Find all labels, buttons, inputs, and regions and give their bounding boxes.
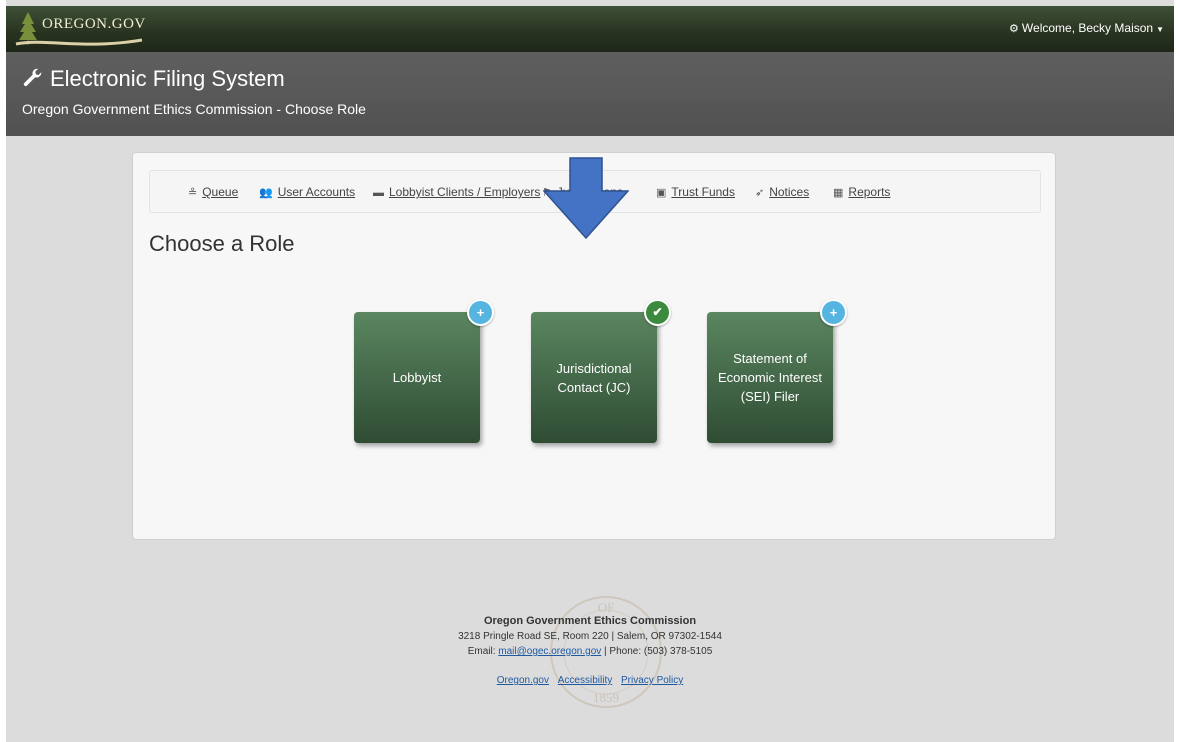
- right-frame: [1174, 0, 1180, 742]
- footer-address: 3218 Pringle Road SE, Room 220 | Salem, …: [458, 631, 722, 642]
- email-prefix: Email:: [467, 646, 499, 657]
- page-header: Electronic Filing System Oregon Governme…: [6, 52, 1174, 136]
- main-panel: ≗ Queue 👥 User Accounts ▬ Lobbyist Clients …: [132, 152, 1056, 540]
- nav-notices[interactable]: ➶ Notices: [755, 185, 809, 199]
- check-icon: ✔: [644, 299, 671, 326]
- nav-user-accounts-label: User Accounts: [277, 185, 356, 199]
- briefcase-icon: ▬: [373, 187, 384, 199]
- role-label: Lobbyist: [392, 370, 442, 385]
- oregon-gov-logo[interactable]: OREGON.GOV: [14, 10, 154, 48]
- nav-reports-label: Reports: [848, 185, 891, 199]
- send-icon: ➶: [755, 187, 765, 199]
- email-link[interactable]: mail@ogec.oregon.gov: [498, 646, 601, 657]
- role-label: Jurisdictional Contact (JC): [556, 360, 632, 395]
- table-icon: ▦: [833, 187, 844, 199]
- footer-links: Oregon.gov Accessibility Privacy Policy: [6, 675, 1174, 686]
- app-title-text: Electronic Filing System: [50, 66, 285, 91]
- nav-queue-label: Queue: [202, 185, 239, 199]
- role-tile-lobbyist[interactable]: Lobbyist +: [354, 299, 494, 443]
- nav-lobbyist-clients[interactable]: ▬ Lobbyist Clients / Employers: [373, 185, 540, 199]
- down-arrow-annotation: [543, 157, 629, 239]
- footer-link-accessibility[interactable]: Accessibility: [558, 675, 612, 686]
- money-icon: ▣: [656, 187, 667, 199]
- gears-icon: ⚙: [1009, 23, 1019, 35]
- role-label: Statement of Economic Interest (SEI) Fil…: [717, 351, 823, 404]
- plus-icon[interactable]: +: [820, 299, 847, 326]
- welcome-text: Welcome, Becky Maison: [1021, 21, 1154, 35]
- users-icon: 👥: [259, 187, 273, 199]
- caret-down-icon: ▼: [1156, 25, 1164, 34]
- page-heading: Choose a Role: [149, 231, 295, 256]
- nav-queue[interactable]: ≗ Queue: [188, 185, 238, 199]
- footer-link-oregon-gov[interactable]: Oregon.gov: [497, 675, 549, 686]
- queue-icon: ≗: [188, 187, 198, 199]
- nav-trust-funds[interactable]: ▣ Trust Funds: [656, 185, 735, 199]
- app-title: Electronic Filing System: [22, 66, 285, 92]
- footer-org: Oregon Government Ethics Commission: [483, 615, 697, 627]
- nav-user-accounts[interactable]: 👥 User Accounts: [259, 185, 355, 199]
- nav-trust-funds-label: Trust Funds: [671, 185, 735, 199]
- page-subtitle: Oregon Government Ethics Commission - Ch…: [22, 101, 366, 117]
- role-tile-sei-filer[interactable]: Statement of Economic Interest (SEI) Fil…: [707, 299, 847, 443]
- footer-link-privacy-policy[interactable]: Privacy Policy: [621, 675, 683, 686]
- wrench-icon: [23, 68, 42, 87]
- phone-text: | Phone: (503) 378-5105: [601, 646, 713, 657]
- user-menu[interactable]: ⚙ Welcome, Becky Maison ▼: [1009, 21, 1164, 35]
- top-bar: OREGON.GOV ⚙ Welcome, Becky Maison ▼: [6, 6, 1174, 52]
- role-tile-jurisdictional-contact[interactable]: Jurisdictional Contact (JC) ✔: [531, 299, 671, 443]
- nav-reports[interactable]: ▦ Reports: [833, 185, 890, 199]
- footer-contact: Email: mail@ogec.oregon.gov | Phone: (50…: [6, 646, 1174, 657]
- nav-notices-label: Notices: [769, 185, 810, 199]
- svg-text:OF: OF: [598, 600, 615, 615]
- footer: OF 1859 Oregon Government Ethics Commiss…: [6, 585, 1174, 725]
- nav-lobbyist-clients-label: Lobbyist Clients / Employers: [389, 185, 541, 199]
- svg-text:1859: 1859: [593, 690, 619, 705]
- plus-icon[interactable]: +: [467, 299, 494, 326]
